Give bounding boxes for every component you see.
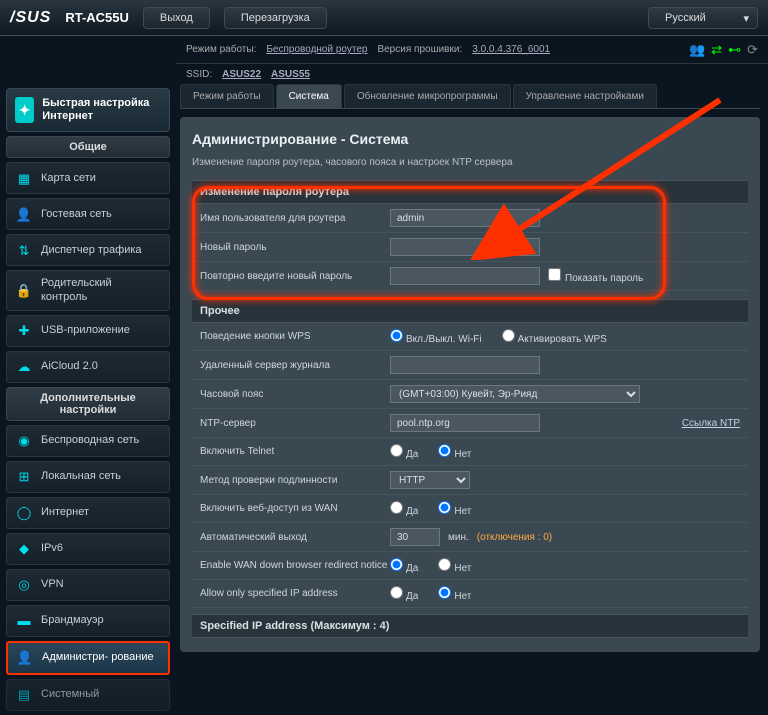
tab-settings[interactable]: Управление настройками bbox=[513, 84, 657, 108]
ipv6-icon: ◆ bbox=[15, 540, 33, 558]
remote-log-input[interactable] bbox=[390, 356, 540, 374]
ssid2-link[interactable]: ASUS55 bbox=[271, 69, 310, 80]
wps-activate-radio[interactable] bbox=[502, 329, 515, 342]
lock-icon: 🔒 bbox=[15, 282, 33, 300]
sidebar: ✦ Быстрая настройка Интернет Общие ▦Карт… bbox=[0, 84, 176, 715]
password-confirm-input[interactable] bbox=[390, 267, 540, 285]
autologout-input[interactable] bbox=[390, 528, 440, 546]
wps-toggle-radio[interactable] bbox=[390, 329, 403, 342]
cloud-icon: ☁ bbox=[15, 358, 33, 376]
language-select[interactable]: Русский bbox=[648, 7, 758, 29]
iponly-yes-radio[interactable] bbox=[390, 586, 403, 599]
page-subtitle: Изменение пароля роутера, часового пояса… bbox=[192, 157, 748, 168]
redirect-no-radio[interactable] bbox=[438, 558, 451, 571]
tab-strip: Режим работы Система Обновление микропро… bbox=[180, 84, 760, 109]
sidebar-item-syslog[interactable]: ▤Системный bbox=[6, 679, 170, 711]
sidebar-item-ipv6[interactable]: ◆IPv6 bbox=[6, 533, 170, 565]
ntp-input[interactable] bbox=[390, 414, 540, 432]
wanweb-no-radio[interactable] bbox=[438, 501, 451, 514]
sidebar-item-map[interactable]: ▦Карта сети bbox=[6, 162, 170, 194]
network-icon[interactable]: ⇄ bbox=[711, 42, 722, 58]
sidebar-item-traffic[interactable]: ⇅Диспетчер трафика bbox=[6, 234, 170, 266]
lan-icon: ⊞ bbox=[15, 468, 33, 486]
sidebar-item-wan[interactable]: ◯Интернет bbox=[6, 497, 170, 529]
wanweb-yes-radio[interactable] bbox=[390, 501, 403, 514]
redirect-yes-radio[interactable] bbox=[390, 558, 403, 571]
users-icon[interactable]: 👥 bbox=[689, 42, 705, 58]
model-name: RT-AC55U bbox=[65, 10, 129, 25]
refresh-icon[interactable]: ⟳ bbox=[747, 42, 758, 58]
globe-icon: ◯ bbox=[15, 504, 33, 522]
page-title: Администрирование - Система bbox=[192, 131, 748, 147]
log-icon: ▤ bbox=[15, 686, 33, 704]
telnet-yes-radio[interactable] bbox=[390, 444, 403, 457]
firmware-link[interactable]: 3.0.0.4.376_6001 bbox=[472, 44, 550, 55]
ssid1-link[interactable]: ASUS22 bbox=[222, 69, 261, 80]
quick-setup-button[interactable]: ✦ Быстрая настройка Интернет bbox=[6, 88, 170, 132]
admin-icon: 👤 bbox=[16, 649, 34, 667]
wand-icon: ✦ bbox=[15, 97, 34, 123]
tab-firmware[interactable]: Обновление микропрограммы bbox=[344, 84, 511, 108]
sidebar-item-aicloud[interactable]: ☁AiCloud 2.0 bbox=[6, 351, 170, 383]
traffic-icon: ⇅ bbox=[15, 241, 33, 259]
section-general: Общие bbox=[6, 136, 170, 158]
usb-icon: ✚ bbox=[15, 322, 33, 340]
sidebar-item-vpn[interactable]: ◎VPN bbox=[6, 569, 170, 601]
iponly-no-radio[interactable] bbox=[438, 586, 451, 599]
sidebar-item-parental[interactable]: 🔒Родительский контроль bbox=[6, 270, 170, 310]
password-input[interactable] bbox=[390, 238, 540, 256]
sidebar-item-guest[interactable]: 👤Гостевая сеть bbox=[6, 198, 170, 230]
ntp-link[interactable]: Ссылка NTP bbox=[682, 418, 740, 429]
logout-button[interactable]: Выход bbox=[143, 7, 210, 29]
brand-logo: /SUS bbox=[10, 9, 51, 27]
wifi-icon: ◉ bbox=[15, 432, 33, 450]
tab-opmode[interactable]: Режим работы bbox=[180, 84, 274, 108]
auth-select[interactable]: HTTP bbox=[390, 471, 470, 489]
show-password-checkbox[interactable] bbox=[548, 268, 561, 281]
section-advanced: Дополнительные настройки bbox=[6, 387, 170, 421]
usb-icon[interactable]: ⊷ bbox=[728, 42, 741, 58]
group-password: Изменение пароля роутера bbox=[192, 180, 748, 204]
opmode-link[interactable]: Беспроводной роутер bbox=[266, 44, 367, 55]
group-ip: Specified IP address (Максимум : 4) bbox=[192, 614, 748, 638]
username-input[interactable] bbox=[390, 209, 540, 227]
vpn-icon: ◎ bbox=[15, 576, 33, 594]
status-bar: Режим работы: Беспроводной роутер Версия… bbox=[176, 36, 768, 64]
map-icon: ▦ bbox=[15, 169, 33, 187]
shield-icon: ▬ bbox=[15, 612, 33, 630]
tab-system[interactable]: Система bbox=[276, 84, 342, 108]
sidebar-item-admin[interactable]: 👤Администри- рование bbox=[6, 641, 170, 675]
sidebar-item-lan[interactable]: ⊞Локальная сеть bbox=[6, 461, 170, 493]
reboot-button[interactable]: Перезагрузка bbox=[224, 7, 327, 29]
sidebar-item-wireless[interactable]: ◉Беспроводная сеть bbox=[6, 425, 170, 457]
sidebar-item-usb[interactable]: ✚USB-приложение bbox=[6, 315, 170, 347]
group-misc: Прочее bbox=[192, 299, 748, 323]
guest-icon: 👤 bbox=[15, 205, 33, 223]
sidebar-item-firewall[interactable]: ▬Брандмауэр bbox=[6, 605, 170, 637]
telnet-no-radio[interactable] bbox=[438, 444, 451, 457]
timezone-select[interactable]: (GMT+03:00) Кувейт, Эр-Рияд bbox=[390, 385, 640, 403]
